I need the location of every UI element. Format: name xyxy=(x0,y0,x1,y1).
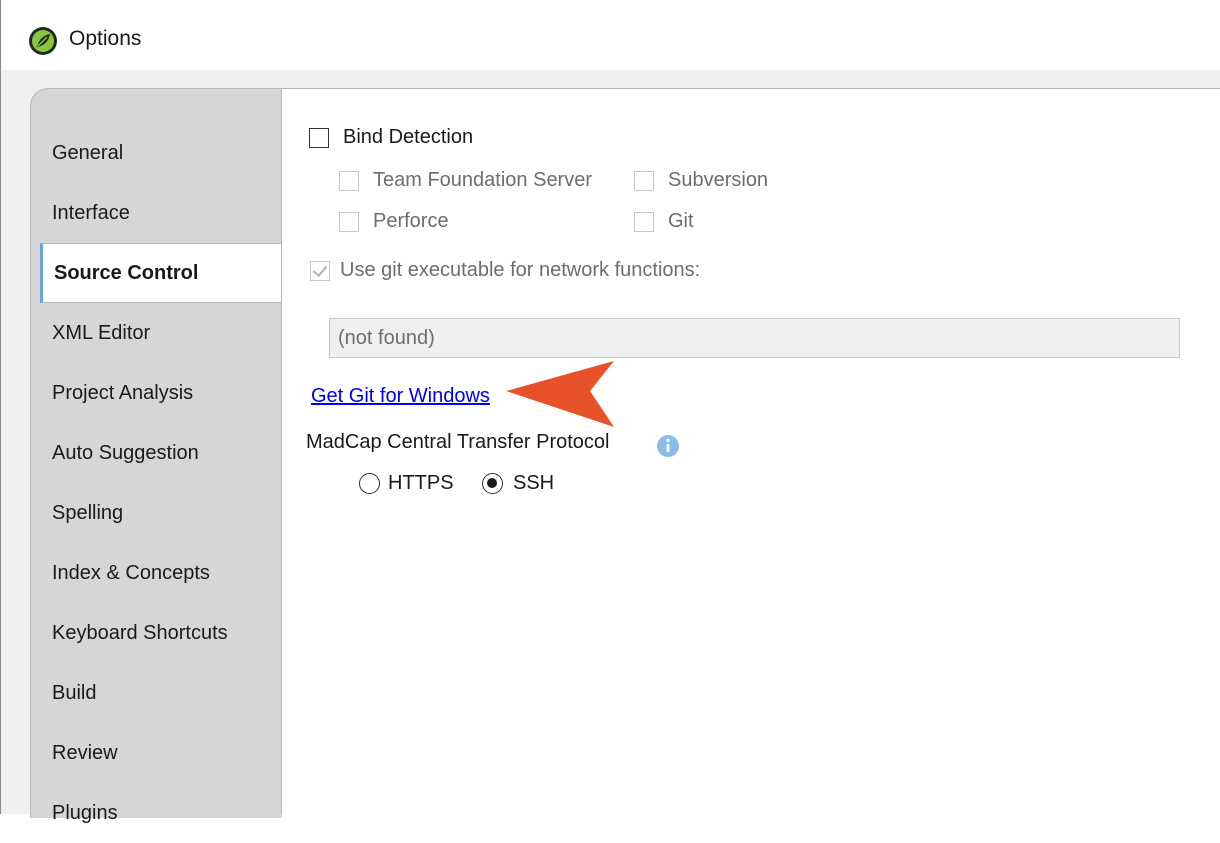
sidebar-item-index-concepts[interactable]: Index & Concepts xyxy=(41,543,282,603)
sidebar-item-interface[interactable]: Interface xyxy=(41,183,282,243)
get-git-for-windows-link[interactable]: Get Git for Windows xyxy=(311,385,490,408)
sidebar-item-build[interactable]: Build xyxy=(41,663,282,723)
git-checkbox[interactable] xyxy=(634,211,654,232)
sidebar-item-project-analysis[interactable]: Project Analysis xyxy=(41,363,282,423)
sidebar-item-plugins[interactable]: Plugins xyxy=(41,783,282,843)
source-control-panel: Bind Detection Team Foundation Server Su… xyxy=(281,88,1220,814)
tfs-checkbox[interactable] xyxy=(339,170,359,191)
sidebar-item-keyboard-shortcuts[interactable]: Keyboard Shortcuts xyxy=(41,603,282,663)
ssh-radio[interactable] xyxy=(482,473,503,494)
git-row: Git xyxy=(634,210,694,233)
sidebar-item-xml-editor[interactable]: XML Editor xyxy=(41,303,282,363)
perforce-checkbox[interactable] xyxy=(339,211,359,232)
protocol-ssh-row: SSH xyxy=(482,472,554,495)
use-git-exe-label: Use git executable for network functions… xyxy=(340,259,701,281)
git-path-field[interactable]: (not found) xyxy=(329,318,1180,358)
tfs-row: Team Foundation Server xyxy=(339,169,592,192)
sidebar-item-auto-suggestion[interactable]: Auto Suggestion xyxy=(41,423,282,483)
protocol-label: MadCap Central Transfer Protocol xyxy=(306,431,610,453)
tfs-label: Team Foundation Server xyxy=(373,169,593,191)
dialog-body: General Interface Source Control XML Edi… xyxy=(2,70,1220,824)
subversion-checkbox[interactable] xyxy=(634,170,654,191)
ssh-label: SSH xyxy=(513,472,555,494)
sidebar-item-review[interactable]: Review xyxy=(41,723,282,783)
subversion-row: Subversion xyxy=(634,169,768,192)
bind-detection-checkbox[interactable] xyxy=(309,127,329,148)
sidebar-item-spelling[interactable]: Spelling xyxy=(41,483,282,543)
bind-detection-label: Bind Detection xyxy=(343,126,474,148)
perforce-row: Perforce xyxy=(339,210,449,233)
info-icon[interactable] xyxy=(656,434,680,458)
https-label: HTTPS xyxy=(388,472,454,494)
window-title: Options xyxy=(69,27,142,50)
sidebar-item-general[interactable]: General xyxy=(41,123,282,183)
title-bar: Options xyxy=(2,0,1220,70)
git-label: Git xyxy=(668,210,694,232)
use-git-exe-checkbox[interactable] xyxy=(310,260,330,281)
options-window: Options General Interface Source Control… xyxy=(0,0,1220,824)
app-icon xyxy=(29,27,57,55)
use-git-exe-row: Use git executable for network functions… xyxy=(310,259,700,282)
callout-arrow-icon xyxy=(506,361,614,427)
bind-detection-row: Bind Detection xyxy=(309,126,473,149)
https-radio[interactable] xyxy=(359,473,380,494)
perforce-label: Perforce xyxy=(373,210,449,232)
sidebar-item-source-control[interactable]: Source Control xyxy=(40,243,282,303)
options-sidebar: General Interface Source Control XML Edi… xyxy=(30,88,282,824)
protocol-https-row: HTTPS xyxy=(359,472,454,495)
subversion-label: Subversion xyxy=(668,169,769,191)
